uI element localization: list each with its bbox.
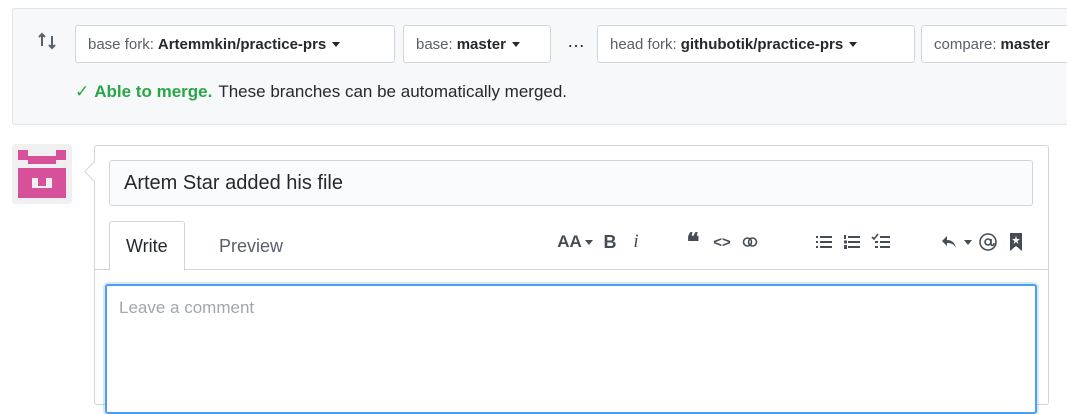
tab-preview[interactable]: Preview: [203, 221, 299, 271]
merge-status-message: These branches can be automatically merg…: [218, 82, 568, 101]
task-list-glyph: [871, 233, 890, 248]
base-branch-select[interactable]: base: master: [403, 25, 551, 63]
base-fork-value: Artemmkin/practice-prs: [157, 35, 327, 53]
bulleted-list-glyph: [816, 236, 832, 248]
italic-icon[interactable]: i: [629, 230, 643, 254]
pr-comment-form: Write Preview AA B i ❝ <>: [94, 145, 1049, 414]
base-branch-value: master: [456, 35, 506, 53]
link-glyph: [742, 237, 758, 247]
link-icon[interactable]: [739, 230, 761, 254]
git-compare-icon: [38, 32, 56, 50]
mention-icon[interactable]: [977, 230, 999, 254]
reply-icon[interactable]: [939, 230, 973, 254]
task-list-icon[interactable]: [869, 230, 893, 254]
compare-branch-label: compare:: [934, 35, 997, 53]
mention-glyph: [979, 233, 997, 251]
identicon-icon: [18, 150, 66, 198]
quote-icon[interactable]: ❝: [683, 230, 703, 256]
comment-textarea[interactable]: [105, 284, 1037, 414]
text-size-icon[interactable]: AA: [556, 230, 594, 254]
base-fork-label: base fork:: [88, 35, 154, 53]
caret-down-icon: [511, 42, 520, 47]
caret-down-icon: [964, 240, 972, 245]
base-branch-label: base:: [416, 35, 453, 53]
compare-branch-value: master: [1000, 35, 1050, 53]
caret-down-icon: [849, 42, 858, 47]
merge-status: ✓ Able to merge. These branches can be a…: [75, 82, 567, 102]
reply-glyph: [942, 236, 956, 248]
pr-title-input[interactable]: [109, 160, 1033, 206]
code-icon[interactable]: <>: [711, 230, 733, 254]
bookmark-glyph: [1010, 233, 1022, 251]
caret-down-icon: [332, 42, 341, 47]
check-icon: ✓: [75, 82, 90, 101]
merge-status-label: Able to merge.: [94, 82, 213, 101]
head-fork-label: head fork:: [610, 35, 677, 53]
head-fork-value: githubotik/practice-prs: [680, 35, 844, 53]
text-size-text: AA: [557, 232, 582, 251]
numbered-list-glyph: [844, 235, 860, 249]
head-fork-select[interactable]: head fork: githubotik/practice-prs: [597, 25, 915, 63]
numbered-list-icon[interactable]: [841, 230, 863, 254]
base-fork-select[interactable]: base fork: Artemmkin/practice-prs: [75, 25, 395, 63]
tab-write[interactable]: Write: [109, 221, 185, 271]
compare-ellipsis: …: [567, 31, 586, 51]
caret-down-icon: [584, 240, 593, 245]
bold-icon[interactable]: B: [601, 230, 619, 254]
compare-branch-select[interactable]: compare: master: [921, 25, 1067, 63]
bookmark-icon[interactable]: [1007, 230, 1025, 254]
avatar[interactable]: [12, 144, 72, 204]
bulleted-list-icon[interactable]: [813, 230, 835, 254]
compare-bar: base fork: Artemmkin/practice-prs base: …: [12, 8, 1067, 125]
